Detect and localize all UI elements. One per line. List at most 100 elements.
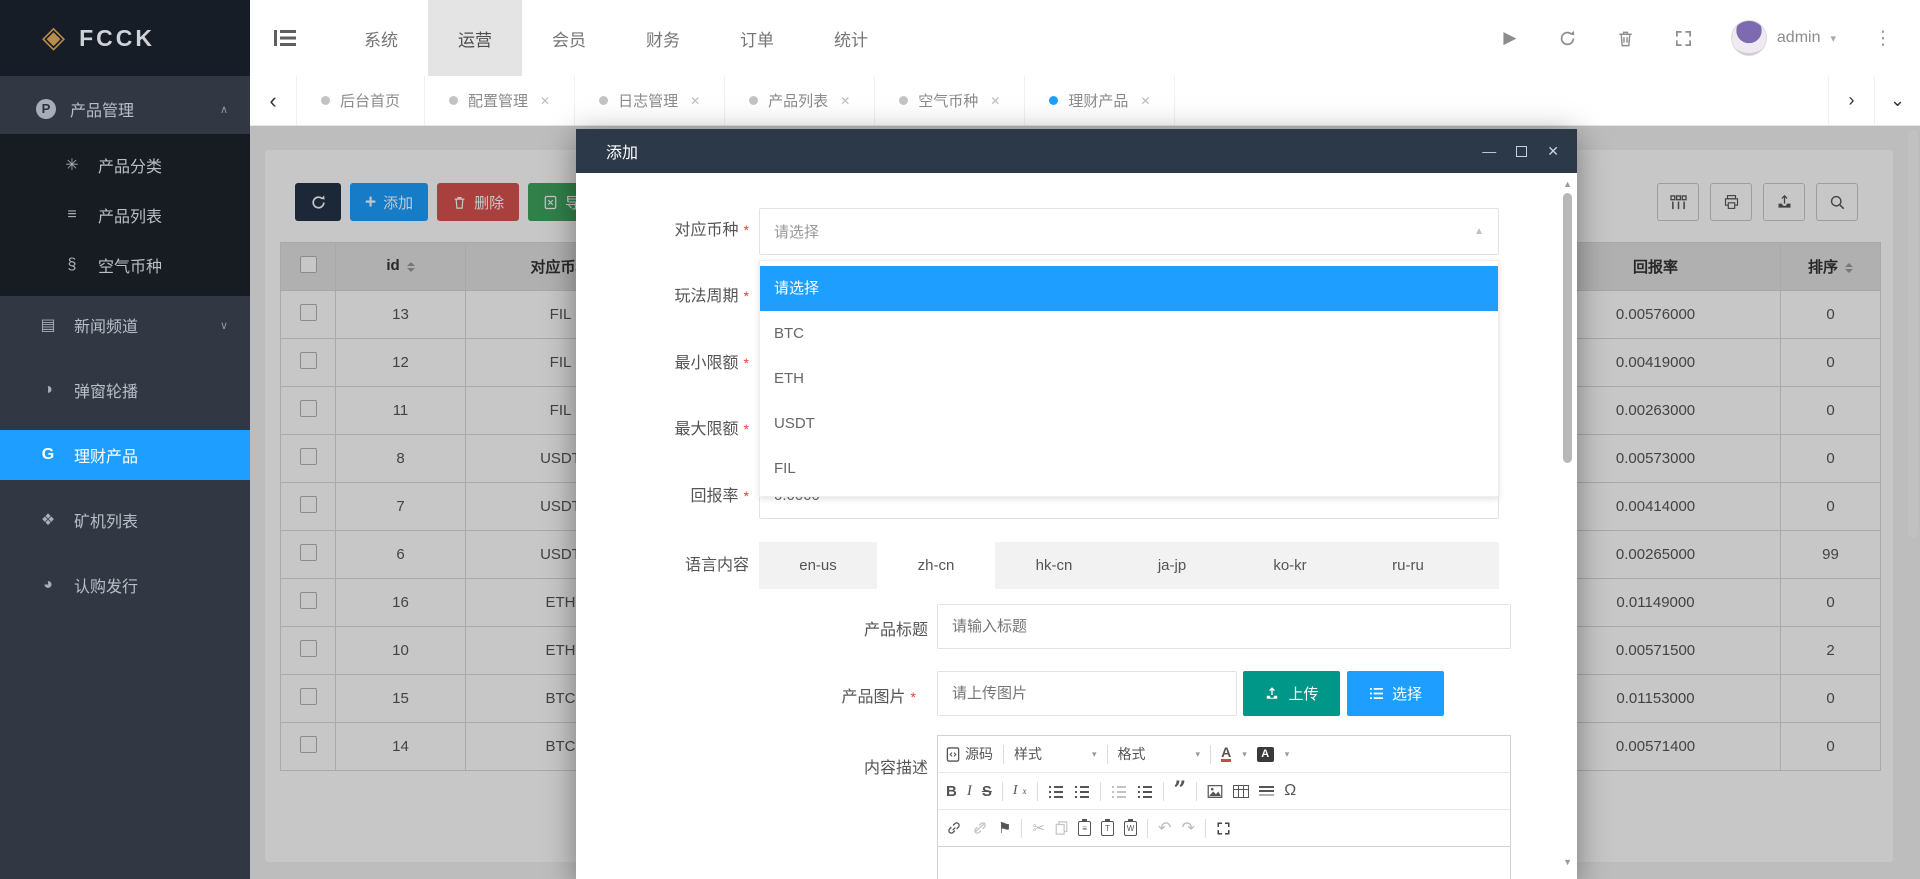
insert-table-icon[interactable] [1233, 785, 1249, 798]
menu-item-finance[interactable]: 财务 [616, 0, 710, 76]
menu-item-operation[interactable]: 运营 [428, 0, 522, 76]
tab-dot [599, 96, 608, 105]
dropdown-option-eth[interactable]: ETH [760, 356, 1498, 401]
category-icon: ✳ [60, 155, 84, 175]
sidebar-item-popup-carousel[interactable]: ◑ 弹窗轮播 [0, 365, 250, 415]
paste-word-icon[interactable]: W [1124, 821, 1137, 836]
lang-tab-en-us[interactable]: en-us [759, 542, 877, 589]
more-options-icon[interactable]: ⋮ [1872, 27, 1894, 49]
minimize-icon[interactable]: — [1482, 144, 1496, 158]
user-menu[interactable]: admin ▾ [1731, 20, 1836, 56]
tab-config[interactable]: 配置管理 ✕ [424, 76, 574, 125]
outdent-icon[interactable] [1111, 785, 1127, 798]
sidebar-item-news-channel[interactable]: ▤ 新闻频道 ∨ [0, 300, 250, 350]
tab-logs[interactable]: 日志管理 ✕ [574, 76, 724, 125]
avatar [1731, 20, 1767, 56]
page-scrollbar[interactable] [1908, 130, 1918, 875]
close-icon[interactable]: ✕ [1547, 144, 1559, 158]
upload-button[interactable]: 上传 [1243, 671, 1340, 716]
menu-item-system[interactable]: 系统 [334, 0, 428, 76]
tab-close-icon[interactable]: ✕ [540, 94, 550, 108]
lang-tab-zh-cn[interactable]: zh-cn [877, 542, 995, 589]
text-color-button[interactable]: A▾ [1221, 746, 1247, 762]
styles-dropdown[interactable]: 样式▾ [1014, 744, 1097, 764]
horizontal-rule-icon[interactable] [1259, 785, 1274, 798]
source-button[interactable]: 源码 [946, 744, 993, 764]
tab-close-icon[interactable]: ✕ [990, 94, 1000, 108]
brand-logo[interactable]: ◈ FCCK [0, 0, 250, 76]
menu-item-member[interactable]: 会员 [522, 0, 616, 76]
sidebar-item-subscribe-issue[interactable]: ◕ 认购发行 [0, 560, 250, 610]
tab-close-icon[interactable]: ✕ [690, 94, 700, 108]
bullet-list-icon[interactable] [1074, 785, 1090, 798]
special-char-icon[interactable]: Ω [1284, 782, 1296, 800]
copy-icon[interactable] [1055, 821, 1068, 835]
sidebar-item-finance-product[interactable]: G 理财产品 [0, 430, 250, 480]
format-dropdown[interactable]: 格式▾ [1118, 744, 1201, 764]
sidebar-item-product-list[interactable]: ≡ 产品列表 [0, 190, 250, 240]
tab-air-coin[interactable]: 空气币种 ✕ [874, 76, 1024, 125]
insert-image-icon[interactable] [1207, 785, 1223, 798]
maximize-editor-icon[interactable] [1216, 821, 1231, 836]
menu-item-statistics[interactable]: 统计 [804, 0, 898, 76]
modal-scroll-down-icon[interactable]: ▼ [1563, 857, 1572, 867]
tab-product-list[interactable]: 产品列表 ✕ [724, 76, 874, 125]
sidebar-item-label: 认购发行 [74, 573, 138, 597]
dropdown-option-placeholder[interactable]: 请选择 [760, 266, 1498, 311]
paste-text-icon[interactable]: T [1101, 821, 1114, 836]
undo-icon[interactable]: ↶ [1158, 818, 1171, 838]
dropdown-option-usdt[interactable]: USDT [760, 401, 1498, 446]
menu-item-order[interactable]: 订单 [710, 0, 804, 76]
upload-icon [1264, 686, 1280, 701]
tab-finance-product[interactable]: 理财产品 ✕ [1024, 76, 1175, 125]
editor-content-area[interactable] [938, 847, 1510, 879]
tab-dot [899, 96, 908, 105]
paste-icon[interactable]: ≡ [1078, 821, 1091, 836]
blockquote-icon[interactable]: ” [1174, 785, 1187, 797]
min-field-label: 最小限额* [599, 353, 749, 374]
collapse-sidebar-button[interactable] [250, 30, 320, 46]
tab-home[interactable]: 后台首页 [296, 76, 424, 125]
remove-format-button[interactable]: Ix [1013, 783, 1027, 799]
strikethrough-button[interactable]: S [982, 783, 992, 800]
lang-tab-ko-kr[interactable]: ko-kr [1231, 542, 1349, 589]
cut-icon[interactable]: ✂ [1032, 819, 1045, 837]
modal-scroll-up-icon[interactable]: ▲ [1563, 179, 1572, 189]
bold-button[interactable]: B [946, 783, 957, 800]
sidebar-item-product-category[interactable]: ✳ 产品分类 [0, 140, 250, 190]
ordered-list-icon[interactable] [1048, 785, 1064, 798]
dropdown-option-fil[interactable]: FIL [760, 446, 1498, 491]
max-field-label: 最大限额* [599, 419, 749, 440]
sidebar-item-miner-list[interactable]: ❖ 矿机列表 [0, 495, 250, 545]
sidebar-item-air-coin[interactable]: § 空气币种 [0, 240, 250, 290]
modal-scrollbar-thumb[interactable] [1563, 193, 1572, 463]
indent-icon[interactable] [1137, 785, 1153, 798]
italic-button[interactable]: I [967, 783, 972, 800]
maximize-icon[interactable] [1516, 146, 1527, 157]
product-title-input[interactable] [937, 604, 1511, 649]
tabs-menu-button[interactable]: ⌄ [1874, 76, 1920, 125]
redo-icon[interactable]: ↷ [1181, 818, 1194, 838]
anchor-flag-icon[interactable]: ⚑ [998, 819, 1011, 837]
product-image-input[interactable] [937, 671, 1237, 716]
bg-color-button[interactable]: A▾ [1257, 747, 1290, 762]
page-scrollbar-thumb[interactable] [1908, 130, 1918, 538]
tabs-scroll-right-button[interactable]: › [1828, 76, 1874, 125]
sidebar-item-product-manage[interactable]: P 产品管理 ∧ [0, 84, 250, 134]
tab-close-icon[interactable]: ✕ [1140, 94, 1150, 108]
play-icon[interactable]: ▶ [1499, 27, 1521, 49]
dropdown-option-btc[interactable]: BTC [760, 311, 1498, 356]
trash-icon[interactable] [1615, 27, 1637, 49]
lang-tab-hk-cn[interactable]: hk-cn [995, 542, 1113, 589]
lang-tab-ja-jp[interactable]: ja-jp [1113, 542, 1231, 589]
coin-select[interactable]: 请选择 ▲ [759, 208, 1499, 255]
lang-tab-ru-ru[interactable]: ru-ru [1349, 542, 1467, 589]
fullscreen-icon[interactable] [1673, 27, 1695, 49]
tab-close-icon[interactable]: ✕ [840, 94, 850, 108]
refresh-icon[interactable] [1557, 27, 1579, 49]
unlink-icon[interactable] [972, 821, 988, 835]
link-icon[interactable] [946, 821, 962, 835]
collapse-sidebar-icon [274, 30, 296, 46]
choose-button[interactable]: 选择 [1347, 671, 1444, 716]
tabs-scroll-left-button[interactable]: ‹ [250, 76, 296, 125]
